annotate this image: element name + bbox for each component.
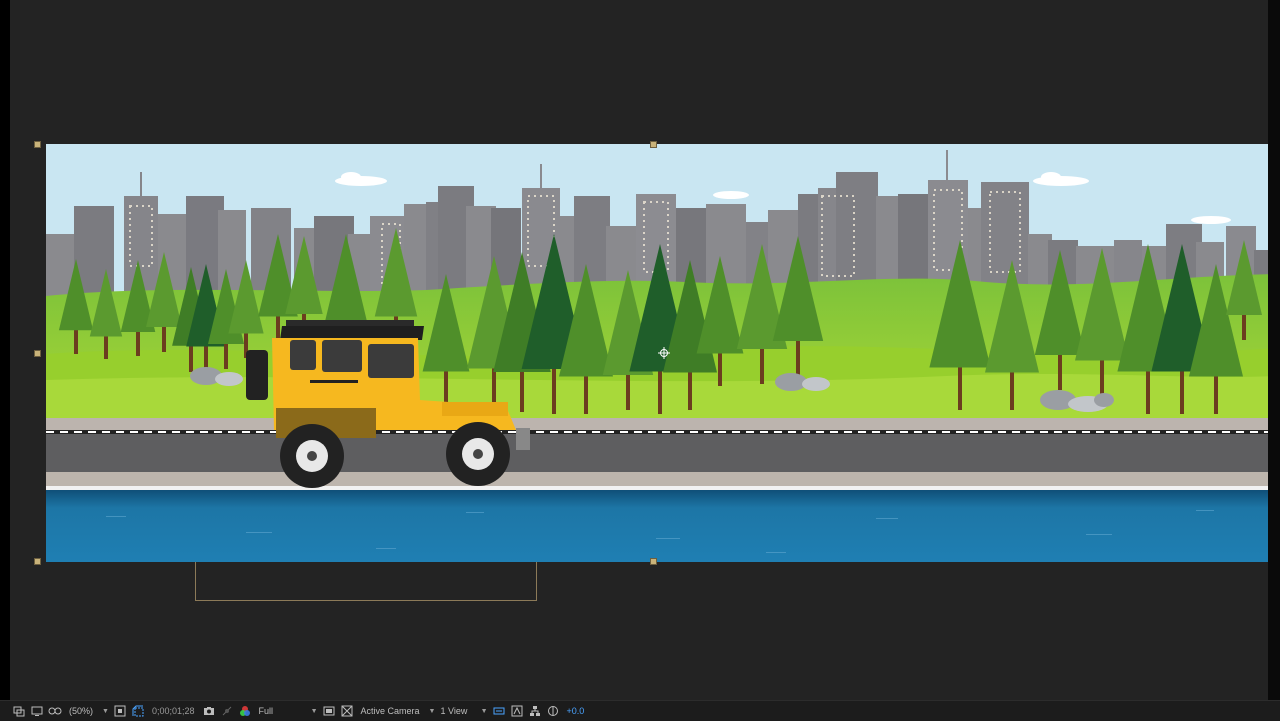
anchor-point-icon[interactable] bbox=[658, 347, 670, 359]
selection-handle-top-left[interactable] bbox=[34, 141, 41, 148]
color-channel-icon[interactable] bbox=[238, 703, 252, 719]
chevron-down-icon: ▼ bbox=[310, 707, 318, 715]
flowchart-icon[interactable] bbox=[528, 703, 542, 719]
toggle-view-icon[interactable] bbox=[322, 703, 336, 719]
selection-handle-top-mid[interactable] bbox=[650, 141, 657, 148]
road-curb-bottom bbox=[46, 472, 1278, 486]
mask-visibility-icon[interactable] bbox=[48, 703, 62, 719]
after-effects-composition-panel: (50%) ▼ 0;00;01;28 Full ▼ Active Camera … bbox=[0, 0, 1280, 721]
pixel-aspect-icon[interactable] bbox=[492, 703, 506, 719]
transparency-icon[interactable] bbox=[340, 703, 354, 719]
road-curb-top bbox=[46, 418, 1278, 430]
river bbox=[46, 490, 1278, 562]
snapshot-camera-icon[interactable] bbox=[202, 703, 216, 719]
exposure-value[interactable]: +0.0 bbox=[564, 703, 588, 719]
3d-view-dropdown[interactable]: Active Camera ▼ bbox=[358, 703, 436, 719]
magnification-dropdown[interactable]: (50%) ▼ bbox=[66, 703, 109, 719]
selection-handle-mid-left[interactable] bbox=[34, 350, 41, 357]
resolution-dropdown[interactable]: Full ▼ bbox=[256, 703, 318, 719]
chevron-down-icon: ▼ bbox=[428, 707, 436, 715]
show-snapshot-icon[interactable] bbox=[220, 703, 234, 719]
resolution-label: Full bbox=[258, 706, 274, 716]
viewer-toolbar: (50%) ▼ 0;00;01;28 Full ▼ Active Camera … bbox=[0, 700, 1280, 721]
panel-edge bbox=[1268, 0, 1280, 700]
view-layout-dropdown[interactable]: 1 View ▼ bbox=[438, 703, 488, 719]
region-of-interest-icon[interactable] bbox=[113, 703, 127, 719]
chevron-down-icon: ▼ bbox=[102, 707, 109, 715]
always-preview-icon[interactable] bbox=[12, 703, 26, 719]
zoom-label: (50%) bbox=[69, 706, 94, 716]
timecode-display[interactable]: 0;00;01;28 bbox=[149, 703, 198, 719]
selection-handle-bottom-left[interactable] bbox=[34, 558, 41, 565]
fast-preview-icon[interactable] bbox=[510, 703, 524, 719]
view-layout-label: 1 View bbox=[440, 706, 468, 716]
layer-bounding-box bbox=[195, 562, 537, 601]
selection-handle-bottom-mid[interactable] bbox=[650, 558, 657, 565]
chevron-down-icon: ▼ bbox=[480, 707, 488, 715]
composition-frame[interactable] bbox=[46, 144, 1278, 562]
camera-label: Active Camera bbox=[360, 706, 420, 716]
monitor-icon[interactable] bbox=[30, 703, 44, 719]
transparency-grid-icon[interactable] bbox=[131, 703, 145, 719]
road bbox=[46, 434, 1278, 472]
composition-viewer[interactable] bbox=[10, 0, 1278, 700]
reset-exposure-icon[interactable] bbox=[546, 703, 560, 719]
